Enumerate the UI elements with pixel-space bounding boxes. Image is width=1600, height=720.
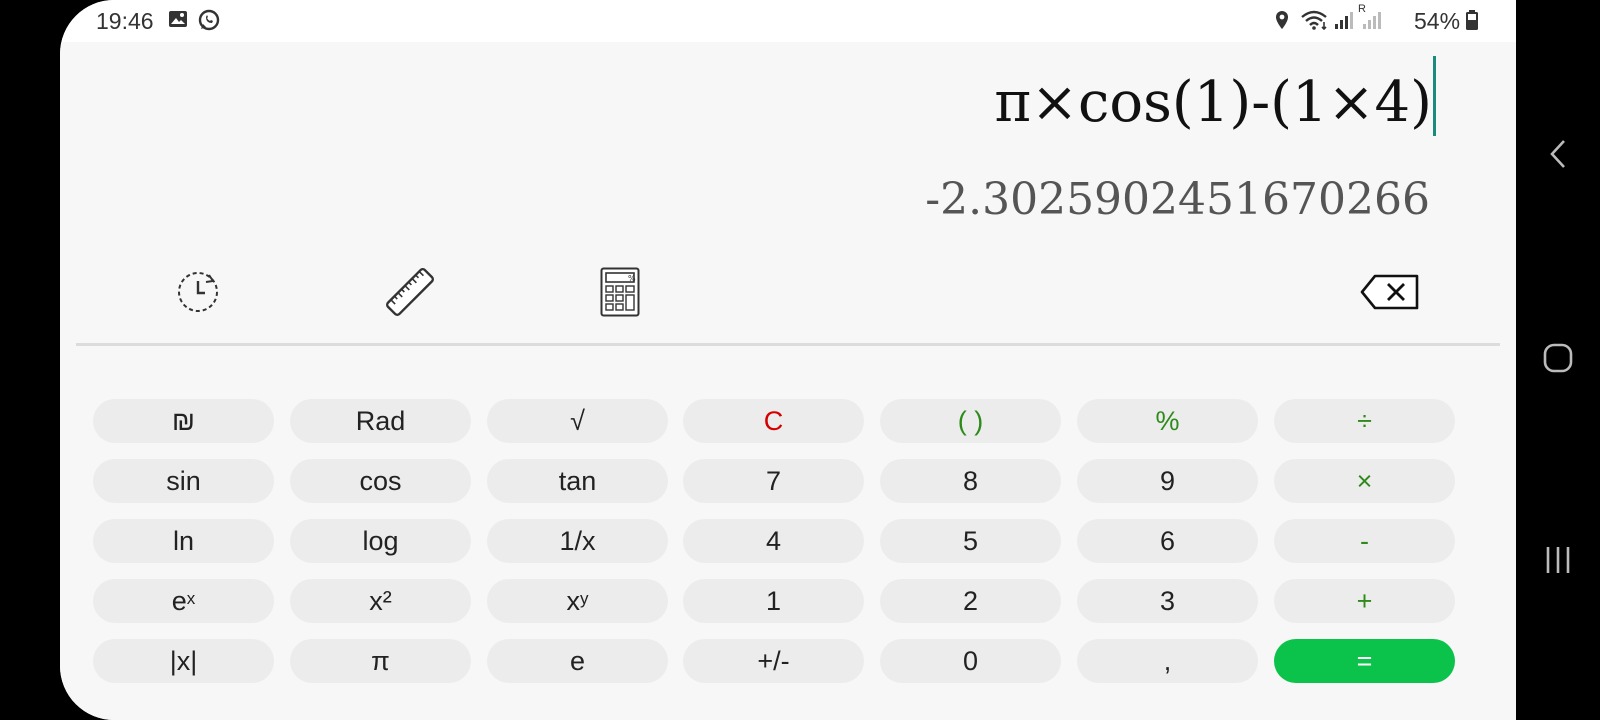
currency-key[interactable]: ₪ (93, 399, 274, 443)
roaming-label: R (1358, 3, 1366, 15)
unit-converter-button[interactable] (382, 266, 438, 322)
square-key[interactable]: x² (290, 579, 471, 623)
digit-6-key[interactable]: 6 (1077, 519, 1258, 563)
parentheses-key[interactable]: ( ) (880, 399, 1061, 443)
sqrt-key[interactable]: √ (487, 399, 668, 443)
digit-9-key[interactable]: 9 (1077, 459, 1258, 503)
svg-text:%: % (628, 274, 636, 283)
battery-percent: 54% (1414, 8, 1461, 34)
digit-1-key[interactable]: 1 (683, 579, 864, 623)
clear-key[interactable]: C (683, 399, 864, 443)
reciprocal-key[interactable]: 1/x (487, 519, 668, 563)
multiply-key[interactable]: × (1274, 459, 1455, 503)
equals-key[interactable]: = (1274, 639, 1455, 683)
digit-4-key[interactable]: 4 (683, 519, 864, 563)
digit-8-key[interactable]: 8 (880, 459, 1061, 503)
cos-key[interactable]: cos (290, 459, 471, 503)
back-icon (1546, 138, 1570, 175)
recent-apps-icon (1543, 545, 1573, 580)
exp-key[interactable]: ex (93, 579, 274, 623)
history-button[interactable] (170, 266, 226, 322)
backspace-icon (1360, 274, 1420, 315)
tan-key[interactable]: tan (487, 459, 668, 503)
digit-5-key[interactable]: 5 (880, 519, 1061, 563)
digit-2-key[interactable]: 2 (880, 579, 1061, 623)
keypad: ₪ Rad √ C ( ) % ÷ sin cos tan 7 8 9 × ln… (93, 399, 1455, 715)
negate-key[interactable]: +/- (683, 639, 864, 683)
digit-0-key[interactable]: 0 (880, 639, 1061, 683)
calculator-app: π×cos(1)-(1×4) -2.3025902451670266 % ₪ R… (60, 42, 1516, 720)
wifi-icon (1300, 10, 1330, 35)
backspace-button[interactable] (1358, 266, 1422, 322)
ln-key[interactable]: ln (93, 519, 274, 563)
add-key[interactable]: + (1274, 579, 1455, 623)
image-icon (168, 9, 188, 34)
calculator-mode-button[interactable]: % (592, 266, 648, 322)
subtract-key[interactable]: - (1274, 519, 1455, 563)
home-icon (1542, 342, 1574, 379)
signal-icon (1334, 10, 1356, 35)
roaming-signal-icon: R (1358, 3, 1384, 35)
location-icon (1274, 10, 1290, 35)
history-icon (175, 269, 221, 320)
unit-converter-icon (382, 264, 438, 325)
abs-key[interactable]: |x| (93, 639, 274, 683)
text-cursor (1433, 56, 1436, 136)
log-key[interactable]: log (290, 519, 471, 563)
system-nav-bar (1516, 0, 1600, 720)
phone-screen: 19:46 R 54% π×cos(1)-(1×4) -2.3025902451… (60, 0, 1516, 720)
power-key[interactable]: xy (487, 579, 668, 623)
battery-icon (1466, 10, 1478, 35)
digit-7-key[interactable]: 7 (683, 459, 864, 503)
calculator-icon: % (600, 267, 640, 322)
status-time: 19:46 (96, 8, 154, 34)
rad-key[interactable]: Rad (290, 399, 471, 443)
pi-key[interactable]: π (290, 639, 471, 683)
euler-key[interactable]: e (487, 639, 668, 683)
whatsapp-icon (198, 9, 220, 36)
keypad-divider (76, 343, 1500, 346)
sin-key[interactable]: sin (93, 459, 274, 503)
back-button[interactable] (1516, 138, 1600, 175)
result-preview: -2.3025902451670266 (925, 174, 1430, 225)
percent-key[interactable]: % (1077, 399, 1258, 443)
divide-key[interactable]: ÷ (1274, 399, 1455, 443)
decimal-key[interactable]: , (1077, 639, 1258, 683)
expression-display[interactable]: π×cos(1)-(1×4) (994, 70, 1432, 135)
home-button[interactable] (1516, 342, 1600, 379)
recent-apps-button[interactable] (1516, 545, 1600, 580)
status-bar: 19:46 R 54% (60, 0, 1516, 42)
digit-3-key[interactable]: 3 (1077, 579, 1258, 623)
